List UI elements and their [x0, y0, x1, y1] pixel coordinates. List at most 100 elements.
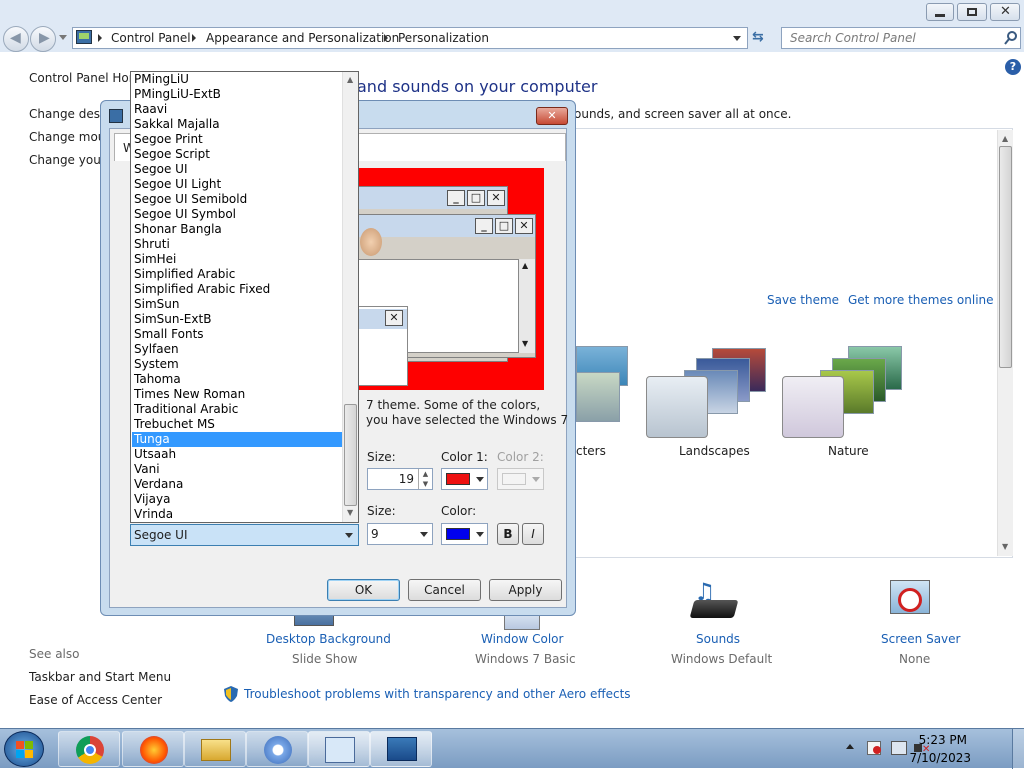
breadcrumb-separator-icon[interactable] — [384, 34, 388, 42]
scrollbar-thumb[interactable] — [344, 404, 357, 506]
font-list-item[interactable]: SimHei — [132, 252, 342, 267]
font-list-item[interactable]: PMingLiU-ExtB — [132, 87, 342, 102]
address-dropdown-icon[interactable] — [733, 36, 741, 41]
item-size-value[interactable]: 19 — [398, 472, 414, 486]
font-list-item[interactable]: Shruti — [132, 237, 342, 252]
scroll-up-icon[interactable]: ▲ — [347, 75, 353, 84]
font-list-scrollbar[interactable]: ▲ ▼ — [342, 72, 358, 522]
dialog-close-button[interactable]: ✕ — [536, 107, 568, 125]
font-list-item[interactable]: Sylfaen — [132, 342, 342, 357]
screen-saver-link[interactable]: Screen Saver — [881, 632, 960, 646]
font-list-item[interactable]: Vani — [132, 462, 342, 477]
show-desktop-button[interactable] — [1012, 729, 1024, 769]
font-list-item[interactable]: Segoe Print — [132, 132, 342, 147]
font-list-item[interactable]: Tahoma — [132, 372, 342, 387]
characters-theme-thumbnail[interactable] — [576, 346, 630, 432]
search-box[interactable]: Search Control Panel — [781, 27, 1021, 49]
font-list-item[interactable]: SimSun — [132, 297, 342, 312]
font-size-dropdown-icon[interactable] — [420, 532, 428, 537]
font-list-item[interactable]: Segoe UI — [132, 162, 342, 177]
font-dropdown-list[interactable]: PMingLiU PMingLiU-ExtB Raavi Sakkal Majalla… — [130, 71, 359, 523]
font-list-item[interactable]: Segoe UI Symbol — [132, 207, 342, 222]
cancel-button[interactable]: Cancel — [408, 579, 481, 601]
sounds-link[interactable]: Sounds — [696, 632, 740, 646]
search-icon[interactable] — [1004, 31, 1018, 45]
font-list-item[interactable]: SimSun-ExtB — [132, 312, 342, 327]
clock-date[interactable]: 7/10/2023 — [909, 751, 971, 765]
landscapes-theme-label[interactable]: Landscapes — [679, 444, 750, 458]
characters-theme-label[interactable]: cters — [576, 444, 606, 458]
theme-gallery-scrollbar[interactable]: ▲ ▼ — [997, 130, 1013, 556]
breadcrumb-separator-icon[interactable] — [98, 34, 102, 42]
taskbar-chrome-button[interactable] — [58, 731, 120, 767]
nature-theme-label[interactable]: Nature — [828, 444, 869, 458]
font-color-picker[interactable] — [441, 523, 488, 545]
font-list-item[interactable]: Raavi — [132, 102, 342, 117]
ease-of-access-link[interactable]: Ease of Access Center — [29, 693, 162, 707]
save-theme-link[interactable]: Save theme — [767, 293, 839, 307]
clock-time[interactable]: 5:23 PM — [919, 733, 967, 747]
refresh-icon[interactable]: ⇆ — [752, 29, 774, 49]
scrollbar-thumb[interactable] — [999, 146, 1012, 368]
item-size-spinner[interactable]: 19 ▲ ▼ — [367, 468, 433, 490]
font-list-item[interactable]: Simplified Arabic — [132, 267, 342, 282]
font-dropdown[interactable]: Segoe UI — [130, 524, 359, 546]
taskbar-personalization-button[interactable] — [370, 731, 432, 767]
taskbar-explorer-button[interactable] — [184, 731, 246, 767]
italic-button[interactable]: I — [522, 523, 544, 545]
font-list-item[interactable]: Utsaah — [132, 447, 342, 462]
spin-up-icon[interactable]: ▲ — [418, 469, 432, 479]
landscapes-theme-thumbnail[interactable] — [646, 340, 770, 440]
breadcrumb-control-panel[interactable]: Control Panel — [111, 31, 191, 45]
font-list-item[interactable]: Verdana — [132, 477, 342, 492]
font-size-dropdown[interactable]: 9 — [367, 523, 433, 545]
screen-saver-icon[interactable] — [888, 578, 938, 624]
close-window-button[interactable]: ✕ — [990, 3, 1020, 21]
address-bar[interactable]: Control Panel Appearance and Personaliza… — [72, 27, 748, 49]
font-list-item[interactable]: Shonar Bangla — [132, 222, 342, 237]
font-color-dropdown-icon[interactable] — [476, 532, 484, 537]
taskbar-start-menu-link[interactable]: Taskbar and Start Menu — [29, 670, 171, 684]
font-list-item[interactable]: Segoe Script — [132, 147, 342, 162]
font-list-item[interactable]: Segoe UI Light — [132, 177, 342, 192]
help-icon[interactable]: ? — [1005, 59, 1021, 75]
font-list-item[interactable]: Sakkal Majalla — [132, 117, 342, 132]
font-list-item[interactable]: Vijaya — [132, 492, 342, 507]
troubleshoot-link[interactable]: Troubleshoot problems with transparency … — [244, 687, 631, 701]
get-more-themes-link[interactable]: Get more themes online — [848, 293, 994, 307]
font-list-item[interactable]: Tunga — [132, 432, 342, 447]
window-color-link[interactable]: Window Color — [481, 632, 563, 646]
breadcrumb-appearance[interactable]: Appearance and Personalization — [206, 31, 399, 45]
minimize-button[interactable] — [926, 3, 954, 21]
font-list-item[interactable]: Simplified Arabic Fixed — [132, 282, 342, 297]
font-list-item[interactable]: Times New Roman — [132, 387, 342, 402]
taskbar-chromium-button[interactable] — [246, 731, 308, 767]
taskbar-control-panel-button[interactable] — [308, 731, 370, 767]
restore-button[interactable] — [957, 3, 987, 21]
back-button[interactable]: ◀ — [3, 26, 29, 52]
action-center-icon[interactable] — [867, 741, 881, 755]
forward-button[interactable]: ▶ — [30, 26, 56, 52]
chevron-down-icon[interactable] — [345, 533, 353, 538]
font-list-item[interactable]: Vrinda — [132, 507, 342, 522]
start-button[interactable] — [4, 731, 44, 767]
spin-down-icon[interactable]: ▼ — [418, 479, 432, 489]
color1-dropdown-icon[interactable] — [476, 477, 484, 482]
search-placeholder[interactable]: Search Control Panel — [790, 31, 916, 45]
font-list-item[interactable]: Traditional Arabic — [132, 402, 342, 417]
bold-button[interactable]: B — [497, 523, 519, 545]
color1-picker[interactable] — [441, 468, 488, 490]
sounds-icon[interactable]: ♫ — [689, 578, 740, 624]
font-list-item[interactable]: Small Fonts — [132, 327, 342, 342]
breadcrumb-separator-icon[interactable] — [192, 34, 196, 42]
font-list-item[interactable]: System — [132, 357, 342, 372]
color1-swatch[interactable] — [446, 473, 470, 485]
scroll-down-icon[interactable]: ▼ — [1002, 542, 1008, 551]
font-list-item[interactable]: Trebuchet MS — [132, 417, 342, 432]
ok-button[interactable]: OK — [327, 579, 400, 601]
desktop-background-link[interactable]: Desktop Background — [266, 632, 391, 646]
font-dropdown-value[interactable]: Segoe UI — [134, 528, 187, 542]
network-icon[interactable] — [891, 741, 907, 755]
nature-theme-thumbnail[interactable] — [782, 340, 906, 440]
scroll-up-icon[interactable]: ▲ — [1002, 134, 1008, 143]
